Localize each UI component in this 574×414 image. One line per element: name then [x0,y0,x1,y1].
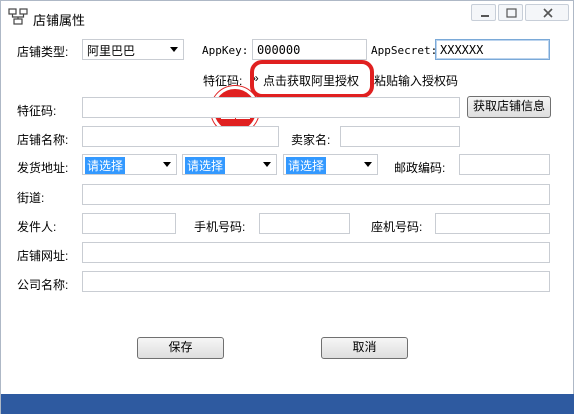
chevron-down-icon [170,47,178,52]
mobile-input[interactable] [259,213,350,234]
seller-name-label: 卖家名: [291,133,331,147]
chevron-down-icon [263,162,271,167]
district-select[interactable]: 请选择 [283,154,378,175]
city-select[interactable]: 请选择 [182,154,277,175]
app-icon [8,8,28,25]
maximize-icon [506,8,517,18]
district-value: 请选择 [286,157,327,174]
postcode-input[interactable] [459,154,550,175]
shop-type-label: 店铺类型: [17,45,69,59]
cancel-button[interactable]: 取消 [321,337,408,359]
window-title: 店铺属性 [33,13,86,28]
minimize-icon [481,15,489,17]
shop-properties-window: 店铺属性 店铺类型: 阿里巴巴 AppKey: 000000 AppSecret… [0,0,574,414]
shop-type-value: 阿里巴巴 [87,44,136,58]
footer-bar [1,394,574,414]
sender-label: 发件人: [17,220,57,234]
minimize-button[interactable] [471,4,496,21]
close-button[interactable] [525,4,569,21]
save-button[interactable]: 保存 [137,337,224,359]
city-value: 请选择 [185,157,226,174]
maximize-button[interactable] [498,4,523,21]
shop-name-input[interactable] [82,126,279,147]
postcode-label: 邮政编码: [394,161,446,175]
phone-input[interactable] [435,213,550,234]
street-input[interactable] [82,184,550,205]
appkey-input[interactable]: 000000 [252,39,367,60]
company-label: 公司名称: [17,278,69,292]
company-input[interactable] [82,271,550,292]
shop-url-label: 店铺网址: [17,249,69,263]
street-label: 街道: [17,191,45,205]
chevron-down-icon [163,162,171,167]
sender-input[interactable] [82,213,176,234]
close-icon [543,8,553,18]
callout-highlight-ring [250,60,374,98]
ship-address-label: 发货地址: [17,161,69,175]
shop-name-label: 店铺名称: [17,133,69,147]
province-value: 请选择 [85,157,126,174]
seller-name-input[interactable] [340,126,460,147]
get-shop-info-button[interactable]: 获取店铺信息 [467,96,551,118]
phone-label: 座机号码: [371,220,423,234]
appsecret-label: AppSecret: [371,44,438,57]
province-select[interactable]: 请选择 [82,154,177,175]
chevron-down-icon [364,162,372,167]
shop-type-select[interactable]: 阿里巴巴 [82,39,184,60]
shop-url-input[interactable] [82,242,550,263]
feature-code-label: 特征码: [17,104,57,118]
appsecret-input[interactable]: XXXXXX [435,39,550,60]
paste-auth-code-link[interactable]: 粘贴输入授权码 [374,72,458,89]
feature-code-input[interactable] [82,97,460,118]
mobile-label: 手机号码: [194,220,246,234]
appkey-label: AppKey: [202,44,249,57]
title-bar: 店铺属性 [1,1,573,33]
